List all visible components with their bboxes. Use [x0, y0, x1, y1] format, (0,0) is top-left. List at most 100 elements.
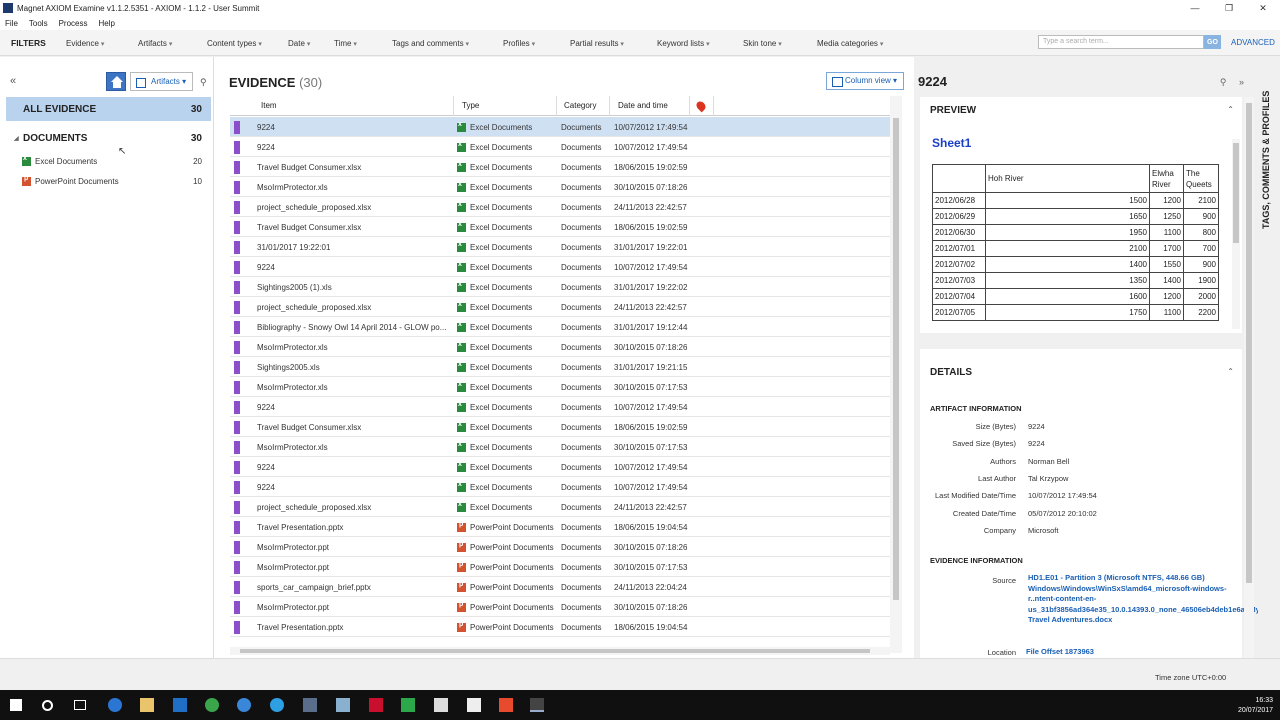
- filter-time[interactable]: Time: [334, 39, 357, 48]
- table-row[interactable]: MsoIrmProtector.ppt PowerPoint Documents D…: [230, 557, 890, 577]
- table-row[interactable]: 9224 Excel Documents Documents 10/07/2012 1…: [230, 457, 890, 477]
- table-row[interactable]: 9224 Excel Documents Documents 10/07/2012 1…: [230, 257, 890, 277]
- table-row[interactable]: MsoIrmProtector.xls Excel Documents Docume…: [230, 177, 890, 197]
- filter-profiles[interactable]: Profiles: [503, 39, 535, 48]
- menu-file[interactable]: File: [5, 19, 18, 28]
- filter-artifacts[interactable]: Artifacts: [138, 39, 172, 48]
- collapse-left-icon[interactable]: «: [10, 75, 16, 87]
- app-icon[interactable]: [336, 698, 350, 712]
- notepad-icon[interactable]: [467, 698, 481, 712]
- table-row[interactable]: 9224 Excel Documents Documents 10/07/2012 1…: [230, 137, 890, 157]
- filter-tags-comments[interactable]: Tags and comments: [392, 39, 469, 48]
- filter-date[interactable]: Date: [288, 39, 310, 48]
- table-row[interactable]: Sightings2005 (1).xls Excel Documents Docu…: [230, 277, 890, 297]
- search-icon[interactable]: [42, 700, 53, 711]
- edge-icon[interactable]: [108, 698, 122, 712]
- location-pin-icon[interactable]: [694, 99, 708, 113]
- table-row[interactable]: Sightings2005.xls Excel Documents Document…: [230, 357, 890, 377]
- windows-start-icon[interactable]: [10, 699, 22, 711]
- search-icon[interactable]: ⚲: [200, 77, 207, 88]
- outlook-icon[interactable]: [173, 698, 187, 712]
- camtasia-icon[interactable]: [401, 698, 415, 712]
- task-view-icon[interactable]: [74, 700, 86, 710]
- evidence-info-heading: EVIDENCE INFORMATION: [930, 556, 1023, 565]
- menu-tools[interactable]: Tools: [29, 19, 48, 28]
- menu-process[interactable]: Process: [59, 19, 88, 28]
- file-explorer-icon[interactable]: [140, 698, 154, 712]
- source-link[interactable]: HD1.E01 - Partition 3 (Microsoft NTFS, 4…: [1028, 573, 1280, 626]
- app-icon[interactable]: [303, 698, 317, 712]
- table-row[interactable]: MsoIrmProtector.xls Excel Documents Docume…: [230, 437, 890, 457]
- preview-scrollbar[interactable]: [1232, 139, 1240, 329]
- skype-icon[interactable]: [270, 698, 284, 712]
- row-item: sports_car_campaign_brief.pptx: [257, 583, 371, 592]
- filter-partial-results[interactable]: Partial results: [570, 39, 624, 48]
- table-row[interactable]: project_schedule_proposed.xlsx Excel Docu…: [230, 197, 890, 217]
- app-icon[interactable]: [499, 698, 513, 712]
- table-row[interactable]: 31/01/2017 19:22:01 Excel Documents Docume…: [230, 237, 890, 257]
- chrome-icon[interactable]: [205, 698, 219, 712]
- collapse-preview-icon[interactable]: ⌃: [1227, 105, 1234, 114]
- vertical-scrollbar[interactable]: [890, 96, 902, 653]
- menu-help[interactable]: Help: [98, 19, 114, 28]
- col-type[interactable]: Type: [462, 101, 479, 110]
- table-row[interactable]: Bibliography - Snowy Owl 14 April 2014 -…: [230, 317, 890, 337]
- location-link[interactable]: File Offset 1873963: [1026, 647, 1094, 656]
- powerpoint-icon: [457, 541, 466, 552]
- col-date-time[interactable]: Date and time: [618, 101, 668, 110]
- table-row[interactable]: Travel Presentation.pptx PowerPoint Docum…: [230, 517, 890, 537]
- taskbar-clock[interactable]: 16:33 20/07/2017: [1238, 696, 1273, 716]
- evidence-table: Item Type Category Date and time 9224 Exc…: [230, 96, 890, 653]
- table-row[interactable]: 9224 Excel Documents Documents 10/07/2012 1…: [230, 117, 890, 137]
- table-row[interactable]: MsoIrmProtector.xls Excel Documents Docume…: [230, 377, 890, 397]
- search-icon[interactable]: ⚲: [1220, 77, 1227, 87]
- filter-media-categories[interactable]: Media categories: [817, 39, 883, 48]
- table-row[interactable]: sports_car_campaign_brief.pptx PowerPoint…: [230, 577, 890, 597]
- filter-content-types[interactable]: Content types: [207, 39, 262, 48]
- row-type-label: Excel Documents: [470, 243, 533, 252]
- advanced-link[interactable]: ADVANCED: [1231, 38, 1275, 47]
- sidebar-item-excel[interactable]: Excel Documents 20: [22, 154, 202, 168]
- caret-down-icon[interactable]: ◢: [14, 135, 19, 142]
- row-category: Documents: [561, 423, 602, 432]
- artifacts-view-button[interactable]: Artifacts ▾: [130, 72, 193, 91]
- expand-right-icon[interactable]: »: [1239, 77, 1244, 87]
- app-icon[interactable]: [237, 698, 251, 712]
- app-icon[interactable]: [369, 698, 383, 712]
- horizontal-scrollbar[interactable]: [230, 647, 890, 655]
- column-view-button[interactable]: Column view ▾: [826, 72, 904, 90]
- home-icon[interactable]: [106, 72, 126, 91]
- close-button[interactable]: ✕: [1246, 0, 1280, 16]
- table-row[interactable]: 9224 Excel Documents Documents 10/07/2012 1…: [230, 397, 890, 417]
- table-row[interactable]: Travel Budget Consumer.xlsx Excel Documen…: [230, 157, 890, 177]
- go-button[interactable]: GO: [1204, 35, 1221, 49]
- table-row[interactable]: 9224 Excel Documents Documents 10/07/2012 1…: [230, 477, 890, 497]
- table-row[interactable]: MsoIrmProtector.ppt PowerPoint Documents D…: [230, 537, 890, 557]
- table-row[interactable]: Travel Budget Consumer.xlsx Excel Documen…: [230, 417, 890, 437]
- restore-button[interactable]: ❐: [1212, 0, 1246, 16]
- minimize-button[interactable]: —: [1178, 0, 1212, 16]
- details-scrollbar[interactable]: [1244, 97, 1254, 658]
- filter-keyword-lists[interactable]: Keyword lists: [657, 39, 710, 48]
- filter-skin-tone[interactable]: Skin tone: [743, 39, 782, 48]
- axiom-examine-icon[interactable]: [530, 698, 544, 712]
- table-row[interactable]: project_schedule_proposed.xlsx Excel Docu…: [230, 497, 890, 517]
- tags-comments-profiles-tab[interactable]: TAGS, COMMENTS & PROFILES: [1258, 57, 1280, 658]
- table-row[interactable]: MsoIrmProtector.ppt PowerPoint Documents D…: [230, 597, 890, 617]
- calculator-icon[interactable]: [434, 698, 448, 712]
- row-marker: [234, 601, 240, 614]
- table-row[interactable]: project_schedule_proposed.xlsx Excel Docu…: [230, 297, 890, 317]
- collapse-details-icon[interactable]: ⌃: [1227, 367, 1234, 376]
- table-row[interactable]: MsoIrmProtector.xls Excel Documents Docume…: [230, 337, 890, 357]
- table-row[interactable]: Travel Budget Consumer.xlsx Excel Documen…: [230, 217, 890, 237]
- search-input[interactable]: Type a search term...: [1038, 35, 1204, 49]
- documents-group[interactable]: ◢ DOCUMENTS 30: [6, 127, 211, 149]
- all-evidence-item[interactable]: ALL EVIDENCE 30: [6, 97, 211, 121]
- filter-evidence[interactable]: Evidence: [66, 39, 104, 48]
- col-category[interactable]: Category: [564, 101, 596, 110]
- row-marker: [234, 321, 240, 334]
- table-row[interactable]: Travel Presentation.pptx PowerPoint Docum…: [230, 617, 890, 637]
- row-marker: [234, 121, 240, 134]
- sidebar-item-powerpoint[interactable]: PowerPoint Documents 10: [22, 174, 202, 188]
- col-item[interactable]: Item: [261, 101, 277, 110]
